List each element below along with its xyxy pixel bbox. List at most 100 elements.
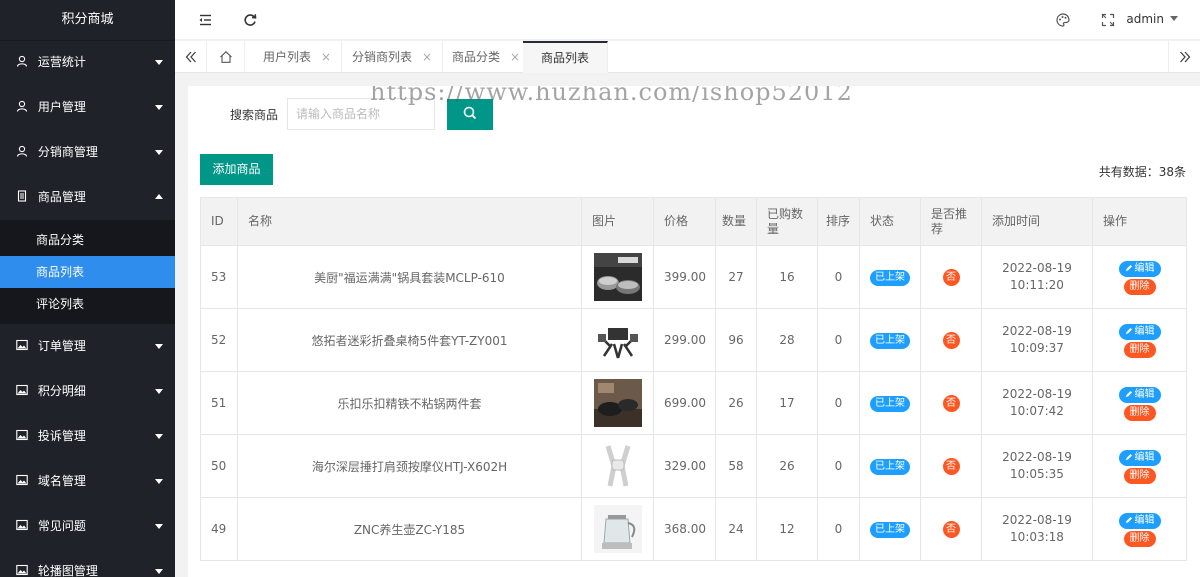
user-menu[interactable]: admin [1126,12,1178,26]
sidebar-item-users[interactable]: 用户管理 [0,85,175,130]
user-icon [16,55,28,67]
sidebar-item-carousel[interactable]: 轮播图管理 [0,549,175,577]
sidebar-item-label: 商品管理 [37,190,86,204]
cell-price: 699.00 [653,371,716,435]
menu-fold-icon[interactable] [197,12,213,28]
sidebar-item-label: 用户管理 [37,100,86,114]
tab-label: 商品列表 [541,51,590,65]
search-input[interactable] [287,98,435,130]
content-card: 搜索商品 https://www.huzhan.com/ishop52012 添… [188,86,1200,577]
cell-name: 乐扣乐扣精铁不粘锅两件套 [237,371,582,435]
sidebar-item-complaints[interactable]: 投诉管理 [0,414,175,459]
date-text: 2022-08-19 [1002,324,1072,338]
refresh-icon[interactable] [242,12,258,28]
cell-time: 2022-08-19 10:07:42 [981,371,1093,435]
cell-image [581,371,654,435]
sidebar-item-label: 订单管理 [37,339,86,353]
cell-ops: 编辑 删除 [1092,245,1187,309]
date-text: 2022-08-19 [1002,513,1072,527]
cell-ops: 编辑 删除 [1092,308,1187,372]
tab-label: 分销商列表 [352,50,413,64]
edit-button[interactable]: 编辑 [1118,386,1161,403]
search-icon [463,106,477,120]
cell-status: 已上架 [859,371,921,435]
cell-qty: 96 [715,308,757,372]
sidebar-subitem-product-categories[interactable]: 商品分类 [0,224,175,256]
tabs-scroll-right-button[interactable] [1168,41,1200,73]
edit-button[interactable]: 编辑 [1118,512,1161,529]
tabs-scroll-left-button[interactable] [175,41,207,73]
double-chevron-right-icon [1179,51,1190,63]
sidebar-item-orders[interactable]: 订单管理 [0,324,175,369]
table-row: 50 海尔深层捶打肩颈按摩仪HTJ-X602H 329.00 58 26 0 已… [200,434,1187,498]
add-product-button[interactable]: 添加商品 [200,154,273,185]
product-thumbnail-folding-chairs[interactable] [593,316,642,364]
product-thumbnail-nonstick-pans[interactable] [593,379,642,427]
sidebar-item-domains[interactable]: 域名管理 [0,459,175,504]
close-icon[interactable]: × [321,41,331,73]
cell-id: 53 [200,245,238,309]
sidebar-item-distributors[interactable]: 分销商管理 [0,130,175,175]
status-badge: 已上架 [870,395,910,412]
edit-button[interactable]: 编辑 [1118,323,1161,340]
sidebar-item-faq[interactable]: 常见问题 [0,504,175,549]
tab-label: 商品分类 [452,50,501,64]
date-text: 2022-08-19 [1002,387,1072,401]
col-header-qty: 数量 [715,197,757,246]
cell-recommend: 否 [920,308,982,372]
fullscreen-icon[interactable] [1100,12,1116,28]
delete-button[interactable]: 删除 [1123,278,1156,295]
tab-product-categories[interactable]: 商品分类 × [434,41,532,73]
total-label: 共有数据： [1098,165,1159,179]
product-thumbnail-health-kettle[interactable] [593,505,642,553]
image-icon [16,339,28,351]
pencil-icon [1125,390,1132,397]
col-header-status: 状态 [859,197,921,246]
search-button[interactable] [447,99,493,130]
home-icon [220,51,232,63]
table-header-row: ID 名称 图片 价格 数量 已购数量 排序 状态 是否推荐 添加时间 操作 [200,197,1187,246]
total-value: 38条 [1158,165,1186,179]
pencil-icon [1125,264,1132,271]
image-icon [16,384,28,396]
edit-button[interactable]: 编辑 [1118,449,1161,466]
cell-price: 368.00 [653,497,716,561]
sidebar-item-label: 运营统计 [37,55,86,69]
edit-button[interactable]: 编辑 [1118,260,1161,277]
sidebar-item-products[interactable]: 商品管理 [0,175,175,220]
col-header-sold: 已购数量 [756,197,818,246]
col-header-time: 添加时间 [981,197,1093,246]
tab-distributor-list[interactable]: 分销商列表 × [334,41,444,73]
delete-button[interactable]: 删除 [1123,404,1156,421]
col-header-sort: 排序 [817,197,860,246]
table-row: 49 ZNC养生壶ZC-Y185 368.00 24 12 0 已上架 否 20… [200,497,1187,561]
recommend-badge: 否 [942,457,960,475]
delete-button[interactable]: 删除 [1123,467,1156,484]
chevron-down-icon [155,105,163,110]
cell-sold: 26 [756,434,818,498]
chevron-down-icon [155,479,163,484]
tab-home[interactable] [207,41,245,73]
table-row: 52 悠拓者迷彩折叠桌椅5件套YT-ZY001 299.00 96 28 0 已… [200,308,1187,372]
close-icon[interactable]: × [422,41,432,73]
recommend-badge: 否 [942,394,960,412]
cell-sort: 0 [817,308,860,372]
cell-time: 2022-08-19 10:11:20 [981,245,1093,309]
double-chevron-left-icon [185,51,196,63]
col-header-recommend: 是否推荐 [920,197,982,246]
time-text: 10:11:20 [1010,278,1064,292]
delete-button[interactable]: 删除 [1123,530,1156,547]
close-icon[interactable]: × [510,41,520,73]
product-thumbnail-cookware[interactable] [593,253,642,301]
edit-label: 编辑 [1134,325,1155,337]
sidebar-item-points-details[interactable]: 积分明细 [0,369,175,414]
pencil-icon [1125,516,1132,523]
sidebar-subitem-product-list[interactable]: 商品列表 [0,256,175,288]
tab-product-list[interactable]: 商品列表 [523,41,609,73]
sidebar-subitem-comment-list[interactable]: 评论列表 [0,288,175,320]
sidebar-item-operations-stats[interactable]: 运营统计 [0,40,175,85]
tab-user-list[interactable]: 用户列表 × [245,41,343,73]
product-thumbnail-massager[interactable] [593,442,642,490]
theme-palette-icon[interactable] [1055,12,1071,28]
delete-button[interactable]: 删除 [1123,341,1156,358]
